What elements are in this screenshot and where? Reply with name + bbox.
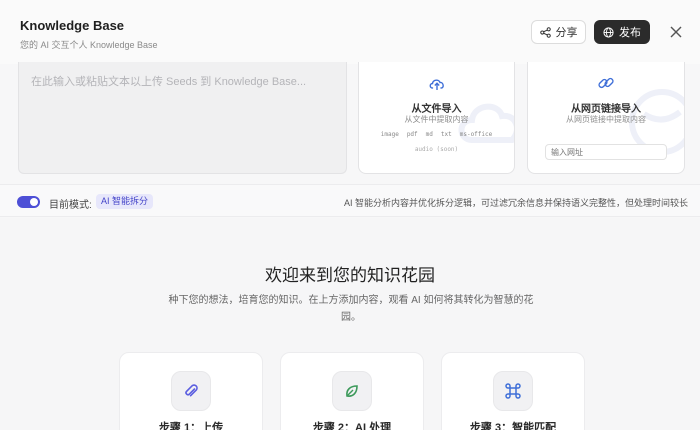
step-card-ai-process: 步骤 2：AI 处理 [280, 352, 424, 430]
mode-description: AI 智能分析内容并优化拆分逻辑，可过滤冗余信息并保持语义完整性，但处理时间较长 [343, 198, 688, 208]
text-input-area[interactable]: 在此输入或粘贴文本以上传 Seeds 到 Knowledge Base... [18, 62, 347, 174]
toggle-knob [30, 198, 38, 206]
format-tag: ms-office [459, 131, 493, 138]
file-import-title: 从文件导入 [411, 104, 462, 115]
file-import-subtitle: 从文件中提取内容 [404, 115, 469, 124]
step-icon-box [332, 371, 372, 411]
page-title: Knowledge Base [20, 18, 125, 33]
file-format-list: image pdf md txt ms-office [359, 131, 514, 138]
format-tag: image [380, 131, 399, 138]
paperclip-icon [185, 384, 198, 397]
welcome-title: 欢迎来到您的知识花园 [265, 266, 435, 285]
page-subtitle: 您的 AI 交互个人 Knowledge Base [20, 40, 158, 50]
web-import-card: 从网页链接导入 从网页链接中提取内容 [527, 62, 685, 174]
publish-label: 发布 [619, 27, 641, 39]
text-input-placeholder: 在此输入或粘贴文本以上传 Seeds 到 Knowledge Base... [31, 76, 307, 88]
url-input[interactable] [545, 144, 667, 160]
link-icon [598, 77, 614, 89]
welcome-intro: 种下您的想法，培育您的知识。在上方添加内容，观看 AI 如何将其转化为智慧的花园… [168, 295, 534, 323]
close-icon[interactable] [668, 24, 684, 40]
share-button[interactable]: 分享 [531, 20, 586, 44]
step-card-upload: 步骤 1：上传 [119, 352, 263, 430]
leaf-icon [346, 385, 358, 397]
step-title: 步骤 3：智能匹配 [469, 422, 557, 430]
command-icon [505, 383, 521, 399]
step-icon-box [493, 371, 533, 411]
format-tag: txt [440, 131, 452, 138]
step-title: 步骤 2：AI 处理 [312, 422, 392, 430]
publish-button[interactable]: 发布 [594, 20, 650, 44]
format-tag: md [425, 131, 433, 138]
mode-badge: AI 智能拆分 [96, 194, 154, 209]
header: Knowledge Base 您的 AI 交互个人 Knowledge Base… [0, 0, 700, 64]
step-card-smart-match: 步骤 3：智能匹配 [441, 352, 585, 430]
globe-icon [603, 26, 614, 38]
share-label: 分享 [555, 27, 578, 39]
format-tag: pdf [406, 131, 418, 138]
format-tag-soon: audio (soon) [414, 146, 459, 153]
web-import-title: 从网页链接导入 [571, 104, 641, 115]
web-import-subtitle: 从网页链接中提取内容 [566, 115, 646, 124]
mode-bar: 目前模式: AI 智能拆分 AI 智能分析内容并优化拆分逻辑，可过滤冗余信息并保… [0, 184, 700, 217]
mode-label: 目前模式: [49, 200, 92, 211]
ai-mode-toggle[interactable] [17, 196, 40, 208]
step-title: 步骤 1：上传 [158, 422, 224, 430]
share-icon [539, 26, 551, 38]
file-import-card[interactable]: 从文件导入 从文件中提取内容 image pdf md txt ms-offic… [358, 62, 515, 174]
welcome-section: 欢迎来到您的知识花园 种下您的想法，培育您的知识。在上方添加内容，观看 AI 如… [0, 218, 700, 430]
upload-cloud-icon [429, 79, 444, 90]
step-icon-box [171, 371, 211, 411]
